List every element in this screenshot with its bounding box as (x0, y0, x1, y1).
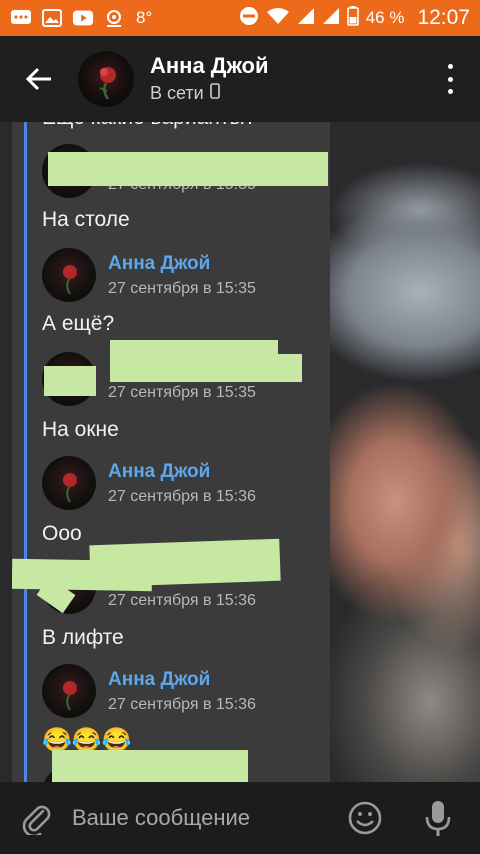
smiley-icon (348, 801, 382, 835)
avatar[interactable] (42, 456, 96, 510)
attach-button[interactable] (0, 782, 72, 854)
message-text: На окне (42, 418, 119, 441)
avatar[interactable] (42, 248, 96, 302)
signal-icon (322, 7, 340, 30)
sender-name[interactable]: Анна Джой (108, 253, 210, 275)
youtube-icon (72, 9, 94, 27)
message-header: Анна Джой 27 сентября в 15:35 (42, 248, 322, 302)
message-time: 27 сентября в 15:36 (108, 488, 256, 505)
avatar[interactable] (78, 51, 134, 107)
contact-name: Анна Джой (150, 53, 269, 78)
back-button[interactable] (0, 36, 78, 122)
sender-name[interactable]: Анна Джой (108, 669, 210, 691)
message-time: 27 сентября в 15:36 (108, 696, 256, 713)
message-composer (0, 782, 480, 854)
redaction-mark (12, 558, 153, 592)
online-status: В сети (150, 83, 204, 103)
message-time: 27 сентября в 15:36 (108, 592, 256, 609)
redaction-mark (48, 152, 328, 186)
redaction-mark (52, 750, 248, 782)
battery-icon (346, 5, 359, 31)
message-input[interactable] (72, 798, 332, 838)
redaction-mark (44, 366, 96, 396)
message-text: Ещё какие варианты? (42, 122, 256, 130)
message-text: На столе (42, 208, 130, 231)
redaction-mark (110, 354, 302, 382)
message-text: Ооо (42, 522, 82, 545)
weather-icon (103, 9, 125, 27)
sender-name[interactable]: Анна Джой (108, 461, 210, 483)
clock: 12:07 (417, 6, 470, 29)
message-list[interactable]: Ещё какие варианты? 27 сентября в 15:35 … (12, 122, 330, 782)
message-text: В лифте (42, 626, 124, 649)
more-options-button[interactable] (444, 64, 456, 94)
temperature: 8° (136, 8, 153, 27)
voice-message-button[interactable] (420, 798, 456, 838)
paperclip-icon (22, 805, 51, 835)
image-icon (41, 9, 63, 27)
message-time: 27 сентября в 15:35 (108, 280, 256, 297)
wifi-icon (266, 7, 290, 30)
emoji-button[interactable] (346, 799, 384, 837)
microphone-icon (425, 801, 451, 836)
signal-icon (297, 7, 315, 30)
battery-level: 46 % (365, 8, 405, 27)
message-time: 27 сентября в 15:35 (108, 384, 256, 401)
phone-icon (209, 80, 220, 106)
message-text: А ещё? (42, 312, 115, 335)
status-bar: 8° 46 % 12:07 (0, 0, 480, 36)
dnd-icon (239, 6, 259, 31)
message-header: Анна Джой 27 сентября в 15:36 (42, 664, 322, 718)
arrow-left-icon (25, 67, 51, 91)
message-header: Анна Джой 27 сентября в 15:36 (42, 456, 322, 510)
chat-header: Анна Джой В сети (0, 36, 480, 122)
avatar[interactable] (42, 664, 96, 718)
quote-bar (24, 122, 27, 782)
chat-icon (10, 9, 32, 27)
